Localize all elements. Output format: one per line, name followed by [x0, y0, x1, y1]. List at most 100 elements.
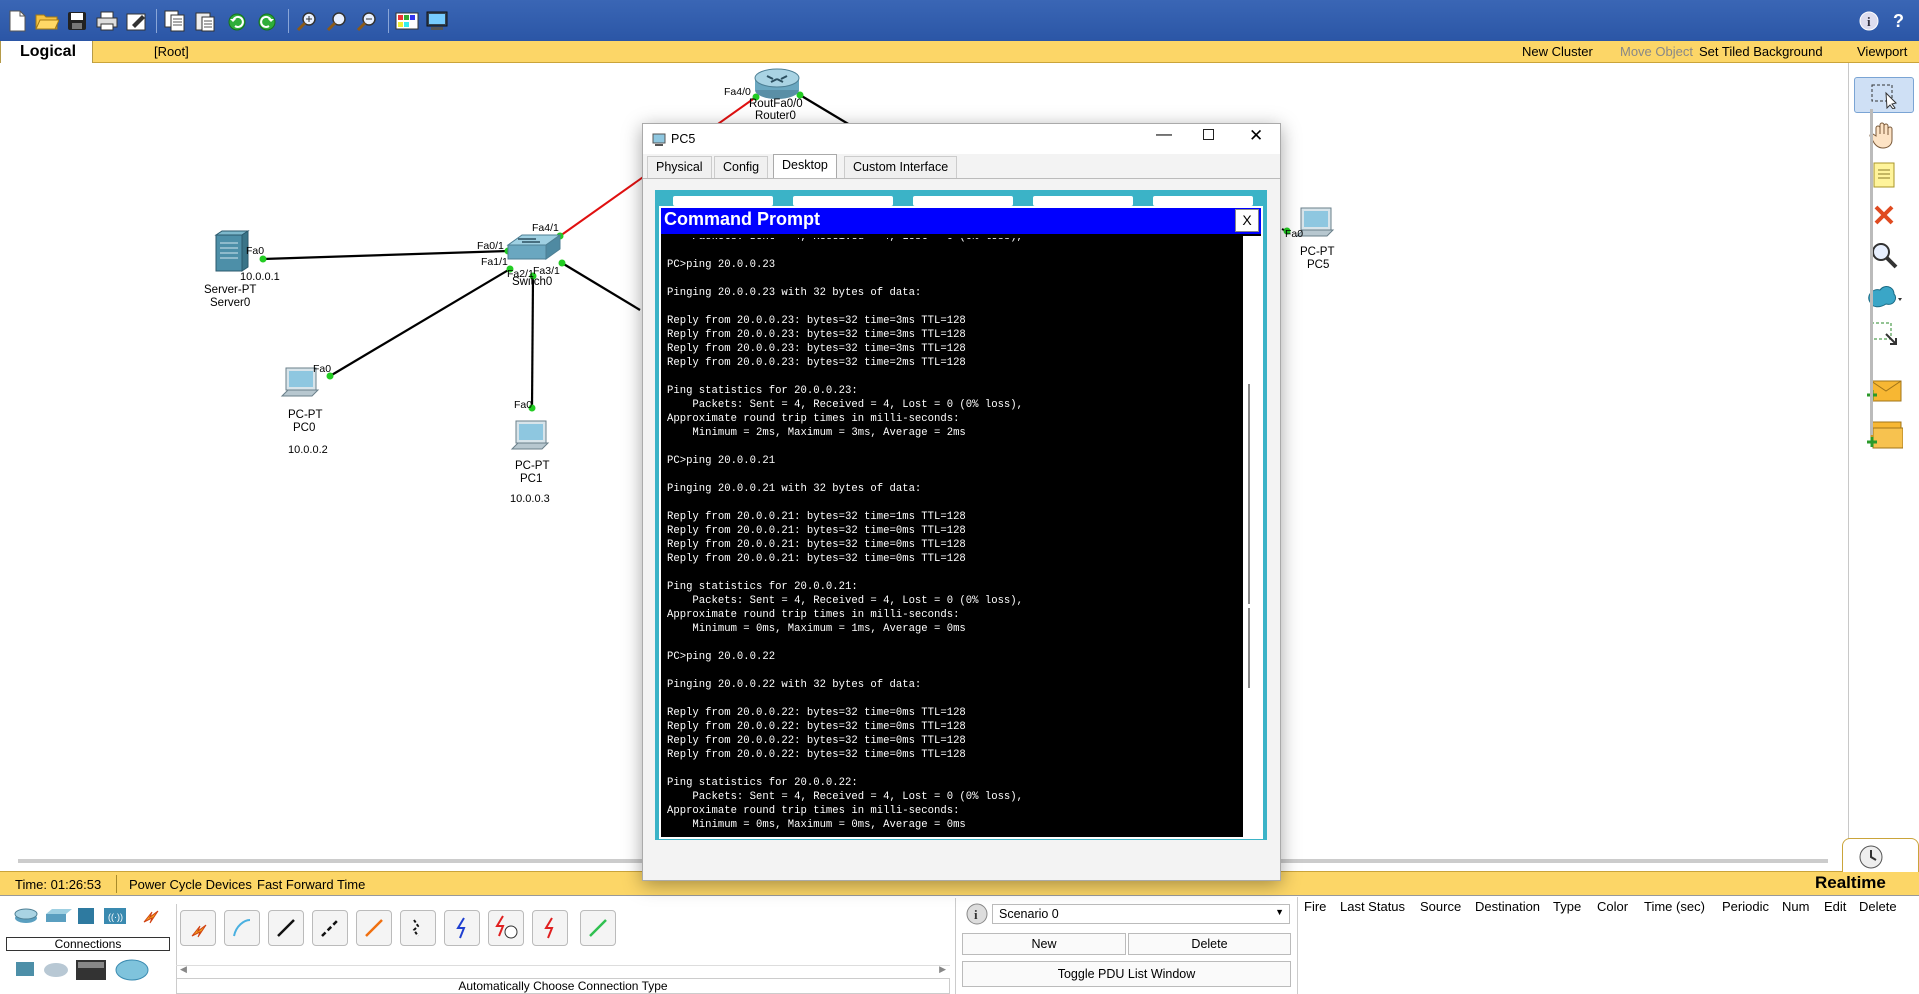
logical-bar: [Root] New Cluster Move Object Set Tiled…	[0, 41, 1919, 63]
routers-category-icon	[14, 908, 38, 923]
command-prompt-output[interactable]: Packets: Sent = 4, Received = 4, Lost = …	[667, 238, 1243, 838]
hand-tool-icon[interactable]	[1854, 117, 1914, 153]
open-folder-icon[interactable]	[34, 8, 60, 34]
redo-icon[interactable]	[254, 8, 280, 34]
straight-through-connection-icon[interactable]	[268, 910, 304, 946]
generic-subcategory-icon	[76, 960, 106, 980]
terminal-line: Reply from 20.0.0.22: bytes=32 time=0ms …	[667, 735, 966, 747]
router-icon	[754, 68, 800, 99]
command-prompt-close-button[interactable]: X	[1235, 209, 1259, 232]
select-tool-icon[interactable]	[1854, 77, 1914, 113]
time-display: Time: 01:26:53	[15, 877, 102, 892]
pdu-col-type: Type	[1553, 899, 1582, 914]
terminal-line: Minimum = 0ms, Maximum = 0ms, Average = …	[667, 819, 966, 831]
pdu-col-color: Color	[1597, 899, 1629, 914]
serial-dce-connection-icon[interactable]	[488, 910, 524, 946]
draw-shape-tool-icon[interactable]	[1854, 277, 1914, 313]
main-toolbar: i ?	[0, 0, 1919, 41]
terminal-line: Reply from 20.0.0.21: bytes=32 time=1ms …	[667, 511, 966, 523]
tab-desktop[interactable]: Desktop	[773, 154, 837, 178]
server-icon	[214, 230, 250, 272]
pc5-titlebar[interactable]: PC5 — ✕	[643, 124, 1280, 154]
crossover-connection-icon[interactable]	[312, 910, 348, 946]
pc1-icon	[510, 420, 550, 450]
save-icon[interactable]	[64, 8, 90, 34]
undo-icon[interactable]	[224, 8, 250, 34]
activity-wizard-icon[interactable]	[124, 8, 150, 34]
auto-connection-icon[interactable]	[180, 910, 216, 946]
power-cycle-button[interactable]: Power Cycle Devices	[129, 877, 252, 892]
coaxial-connection-icon[interactable]	[444, 910, 480, 946]
link-pc1-switch	[530, 276, 535, 409]
add-complex-pdu-icon[interactable]	[1854, 417, 1914, 453]
terminal-line: Reply from 20.0.0.22: bytes=32 time=0ms …	[667, 749, 966, 761]
link-switch-right	[561, 262, 641, 311]
add-simple-pdu-icon[interactable]	[1854, 373, 1914, 409]
terminal-line: Reply from 20.0.0.21: bytes=32 time=0ms …	[667, 553, 966, 565]
fast-forward-button[interactable]: Fast Forward Time	[257, 877, 365, 892]
serial-dte-connection-icon[interactable]	[532, 910, 568, 946]
set-tiled-background-button[interactable]: Set Tiled Background	[1699, 44, 1823, 59]
phone-connection-icon[interactable]	[400, 910, 436, 946]
copy-icon[interactable]	[162, 8, 188, 34]
terminal-line: PC>ping 20.0.0.21	[667, 455, 776, 467]
palette-icon[interactable]	[394, 8, 420, 34]
tab-config[interactable]: Config	[714, 156, 769, 178]
tab-custom-interface[interactable]: Custom Interface	[844, 156, 958, 178]
new-file-icon[interactable]	[4, 8, 30, 34]
info-icon[interactable]: i	[1856, 8, 1882, 34]
scenario-select[interactable]: Scenario 0 ▼	[992, 904, 1290, 924]
minimize-icon[interactable]: —	[1156, 126, 1172, 144]
viewport-button[interactable]: Viewport	[1857, 44, 1907, 59]
terminal-line: Reply from 20.0.0.22: bytes=32 time=0ms …	[667, 707, 966, 719]
print-icon[interactable]	[94, 8, 120, 34]
paste-icon[interactable]	[192, 8, 218, 34]
wan-subcategory-icon	[115, 959, 149, 981]
pdu-col-fire: Fire	[1304, 899, 1327, 914]
realtime-mode-label[interactable]: Realtime	[1815, 873, 1886, 893]
help-icon[interactable]: ?	[1886, 8, 1912, 34]
pdu-col-periodic: Periodic	[1722, 899, 1769, 914]
tab-physical[interactable]: Physical	[647, 156, 712, 178]
new-scenario-button[interactable]: New	[962, 933, 1126, 955]
delete-scenario-button[interactable]: Delete	[1128, 933, 1291, 955]
maximize-icon[interactable]	[1203, 129, 1214, 140]
pdu-col-time: Time (sec)	[1644, 899, 1705, 914]
inspect-tool-icon[interactable]	[1854, 237, 1914, 273]
wireless-category-icon: ((·))	[104, 908, 126, 924]
new-cluster-button[interactable]: New Cluster	[1522, 44, 1593, 59]
terminal-line: Packets: Sent = 4, Received = 4, Lost = …	[667, 595, 1024, 607]
delete-tool-icon[interactable]	[1854, 197, 1914, 233]
terminal-line: Reply from 20.0.0.23: bytes=32 time=3ms …	[667, 329, 966, 341]
pc5-device-window[interactable]: PC5 — ✕ Physical Config Desktop Custom I…	[642, 123, 1281, 881]
toggle-pdu-list-button[interactable]: Toggle PDU List Window	[962, 961, 1291, 987]
cmd-scrollbar[interactable]	[1243, 236, 1261, 839]
zoom-reset-icon[interactable]	[324, 8, 350, 34]
close-icon[interactable]: ✕	[1249, 126, 1263, 146]
zoom-in-icon[interactable]	[294, 8, 320, 34]
logical-tab-label: Logical	[20, 43, 77, 60]
right-scrollbar[interactable]	[1870, 109, 1873, 435]
router-port-label: Fa4/0	[724, 86, 751, 98]
pc1-type-label: PC-PT	[515, 460, 550, 472]
console-connection-icon[interactable]	[224, 910, 260, 946]
terminal-line: PC>ping 20.0.0.22	[667, 651, 776, 663]
zoom-out-icon[interactable]	[354, 8, 380, 34]
terminal-line: Minimum = 2ms, Maximum = 3ms, Average = …	[667, 427, 966, 439]
root-label[interactable]: [Root]	[154, 44, 189, 59]
fiber-connection-icon[interactable]	[356, 910, 392, 946]
octal-connection-icon[interactable]	[580, 910, 616, 946]
pc1-name-label: PC1	[520, 473, 543, 485]
note-tool-icon[interactable]	[1854, 157, 1914, 193]
command-prompt-window[interactable]: Command Prompt X Packets: Sent = 4, Rece…	[659, 206, 1263, 839]
move-object-button[interactable]: Move Object	[1620, 44, 1693, 59]
pdu-col-edit: Edit	[1824, 899, 1847, 914]
router-name-label: Router0	[755, 110, 796, 122]
realtime-tab[interactable]	[1842, 838, 1919, 872]
custom-device-icon[interactable]	[424, 8, 450, 34]
terminal-line: Approximate round trip times in milli-se…	[667, 413, 960, 425]
resize-tool-icon[interactable]	[1854, 317, 1914, 353]
connection-scroll[interactable]: ◀ ▶	[176, 964, 950, 977]
